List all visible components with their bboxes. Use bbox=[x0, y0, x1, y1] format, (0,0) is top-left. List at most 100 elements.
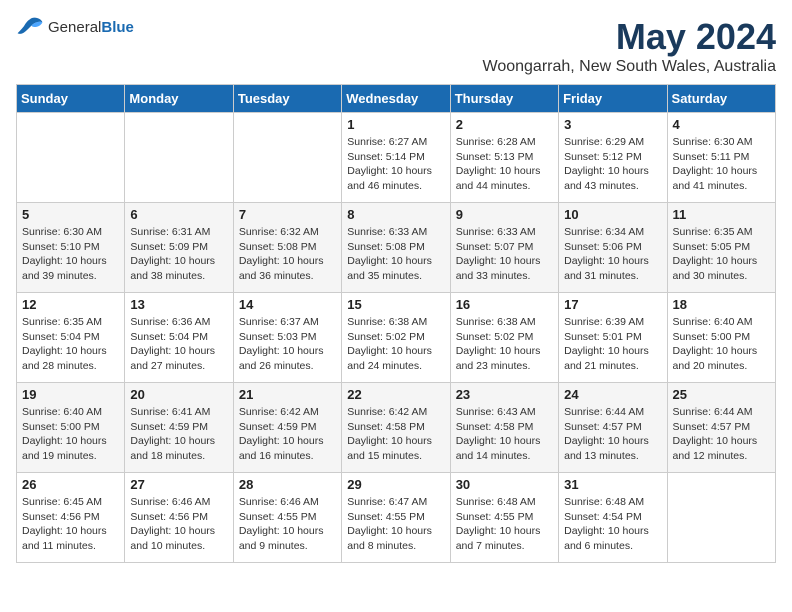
calendar-week-row: 19Sunrise: 6:40 AMSunset: 5:00 PMDayligh… bbox=[17, 383, 776, 473]
cell-content-line: Daylight: 10 hours bbox=[347, 524, 444, 539]
cell-content-line: Daylight: 10 hours bbox=[130, 434, 227, 449]
cell-content-line: Sunset: 5:02 PM bbox=[456, 330, 553, 345]
cell-content-line: and 15 minutes. bbox=[347, 449, 444, 464]
cell-content-line: and 44 minutes. bbox=[456, 179, 553, 194]
day-number: 29 bbox=[347, 477, 444, 492]
cell-content-line: Daylight: 10 hours bbox=[456, 344, 553, 359]
day-number: 10 bbox=[564, 207, 661, 222]
day-number: 9 bbox=[456, 207, 553, 222]
day-number: 25 bbox=[673, 387, 770, 402]
weekday-header-thursday: Thursday bbox=[450, 85, 558, 113]
day-number: 15 bbox=[347, 297, 444, 312]
calendar-cell: 3Sunrise: 6:29 AMSunset: 5:12 PMDaylight… bbox=[559, 113, 667, 203]
cell-content-line: Sunset: 5:07 PM bbox=[456, 240, 553, 255]
cell-content-line: and 12 minutes. bbox=[673, 449, 770, 464]
calendar-cell: 1Sunrise: 6:27 AMSunset: 5:14 PMDaylight… bbox=[342, 113, 450, 203]
cell-content-line: Sunset: 4:59 PM bbox=[130, 420, 227, 435]
calendar-cell: 28Sunrise: 6:46 AMSunset: 4:55 PMDayligh… bbox=[233, 473, 341, 563]
cell-content-line: and 14 minutes. bbox=[456, 449, 553, 464]
cell-content-line: Sunset: 4:55 PM bbox=[347, 510, 444, 525]
day-number: 24 bbox=[564, 387, 661, 402]
calendar-cell bbox=[17, 113, 125, 203]
calendar-cell bbox=[667, 473, 775, 563]
cell-content-line: Sunset: 5:04 PM bbox=[22, 330, 119, 345]
cell-content-line: and 36 minutes. bbox=[239, 269, 336, 284]
calendar-cell: 29Sunrise: 6:47 AMSunset: 4:55 PMDayligh… bbox=[342, 473, 450, 563]
cell-content-line: Sunset: 5:02 PM bbox=[347, 330, 444, 345]
calendar-week-row: 1Sunrise: 6:27 AMSunset: 5:14 PMDaylight… bbox=[17, 113, 776, 203]
cell-content-line: Sunset: 5:04 PM bbox=[130, 330, 227, 345]
cell-content: Sunrise: 6:35 AMSunset: 5:04 PMDaylight:… bbox=[22, 315, 119, 374]
cell-content: Sunrise: 6:43 AMSunset: 4:58 PMDaylight:… bbox=[456, 405, 553, 464]
calendar-cell: 30Sunrise: 6:48 AMSunset: 4:55 PMDayligh… bbox=[450, 473, 558, 563]
cell-content-line: and 43 minutes. bbox=[564, 179, 661, 194]
cell-content-line: Sunrise: 6:44 AM bbox=[673, 405, 770, 420]
cell-content-line: Sunrise: 6:42 AM bbox=[239, 405, 336, 420]
cell-content-line: and 41 minutes. bbox=[673, 179, 770, 194]
month-title: May 2024 bbox=[483, 16, 776, 58]
cell-content-line: Daylight: 10 hours bbox=[564, 164, 661, 179]
cell-content-line: Sunset: 4:56 PM bbox=[22, 510, 119, 525]
cell-content: Sunrise: 6:45 AMSunset: 4:56 PMDaylight:… bbox=[22, 495, 119, 554]
cell-content-line: Daylight: 10 hours bbox=[22, 434, 119, 449]
calendar-week-row: 26Sunrise: 6:45 AMSunset: 4:56 PMDayligh… bbox=[17, 473, 776, 563]
calendar-cell: 12Sunrise: 6:35 AMSunset: 5:04 PMDayligh… bbox=[17, 293, 125, 383]
cell-content-line: Sunrise: 6:44 AM bbox=[564, 405, 661, 420]
calendar-cell: 15Sunrise: 6:38 AMSunset: 5:02 PMDayligh… bbox=[342, 293, 450, 383]
cell-content-line: Sunrise: 6:35 AM bbox=[673, 225, 770, 240]
cell-content: Sunrise: 6:46 AMSunset: 4:55 PMDaylight:… bbox=[239, 495, 336, 554]
calendar-cell: 24 Sunrise: 6:44 AMSunset: 4:57 PMDayligh… bbox=[559, 383, 667, 473]
cell-content: Sunrise: 6:40 AMSunset: 5:00 PMDaylight:… bbox=[673, 315, 770, 374]
cell-content-line: Daylight: 10 hours bbox=[564, 434, 661, 449]
day-number: 30 bbox=[456, 477, 553, 492]
cell-content-line: Sunrise: 6:38 AM bbox=[456, 315, 553, 330]
cell-content-line: Sunrise: 6:40 AM bbox=[22, 405, 119, 420]
cell-content-line: Sunrise: 6:32 AM bbox=[239, 225, 336, 240]
cell-content: Sunrise: 6:40 AMSunset: 5:00 PMDaylight:… bbox=[22, 405, 119, 464]
cell-content-line: Sunrise: 6:36 AM bbox=[130, 315, 227, 330]
cell-content-line: and 18 minutes. bbox=[130, 449, 227, 464]
cell-content-line: Daylight: 10 hours bbox=[130, 524, 227, 539]
cell-content: Sunrise: 6:38 AMSunset: 5:02 PMDaylight:… bbox=[456, 315, 553, 374]
cell-content-line: and 21 minutes. bbox=[564, 359, 661, 374]
cell-content: Sunrise: 6:31 AMSunset: 5:09 PMDaylight:… bbox=[130, 225, 227, 284]
cell-content-line: Sunrise: 6:41 AM bbox=[130, 405, 227, 420]
location-title: Woongarrah, New South Wales, Australia bbox=[483, 58, 776, 76]
cell-content-line: and 6 minutes. bbox=[564, 539, 661, 554]
calendar-table: SundayMondayTuesdayWednesdayThursdayFrid… bbox=[16, 84, 776, 563]
day-number: 4 bbox=[673, 117, 770, 132]
day-number: 8 bbox=[347, 207, 444, 222]
cell-content: Sunrise: 6:42 AMSunset: 4:58 PMDaylight:… bbox=[347, 405, 444, 464]
cell-content-line: Daylight: 10 hours bbox=[239, 434, 336, 449]
cell-content-line: Daylight: 10 hours bbox=[673, 254, 770, 269]
cell-content-line: and 30 minutes. bbox=[673, 269, 770, 284]
cell-content-line: and 16 minutes. bbox=[239, 449, 336, 464]
calendar-cell: 8Sunrise: 6:33 AMSunset: 5:08 PMDaylight… bbox=[342, 203, 450, 293]
calendar-cell: 25Sunrise: 6:44 AMSunset: 4:57 PMDayligh… bbox=[667, 383, 775, 473]
cell-content-line: and 46 minutes. bbox=[347, 179, 444, 194]
cell-content-line: Sunset: 4:58 PM bbox=[347, 420, 444, 435]
cell-content-line: and 39 minutes. bbox=[22, 269, 119, 284]
day-number: 20 bbox=[130, 387, 227, 402]
day-number: 17 bbox=[564, 297, 661, 312]
cell-content-line: Sunset: 5:03 PM bbox=[239, 330, 336, 345]
day-number: 11 bbox=[673, 207, 770, 222]
calendar-cell: 23Sunrise: 6:43 AMSunset: 4:58 PMDayligh… bbox=[450, 383, 558, 473]
weekday-header-friday: Friday bbox=[559, 85, 667, 113]
calendar-cell: 21Sunrise: 6:42 AMSunset: 4:59 PMDayligh… bbox=[233, 383, 341, 473]
logo-text: General Blue bbox=[48, 19, 134, 36]
calendar-cell: 14Sunrise: 6:37 AMSunset: 5:03 PMDayligh… bbox=[233, 293, 341, 383]
cell-content-line: Daylight: 10 hours bbox=[130, 254, 227, 269]
calendar-cell: 17Sunrise: 6:39 AMSunset: 5:01 PMDayligh… bbox=[559, 293, 667, 383]
cell-content-line: Sunrise: 6:39 AM bbox=[564, 315, 661, 330]
cell-content-line: Daylight: 10 hours bbox=[456, 524, 553, 539]
cell-content-line: and 27 minutes. bbox=[130, 359, 227, 374]
cell-content-line: Sunrise: 6:42 AM bbox=[347, 405, 444, 420]
cell-content-line: Daylight: 10 hours bbox=[673, 164, 770, 179]
cell-content: Sunrise: 6:44 AMSunset: 4:57 PMDaylight:… bbox=[564, 405, 661, 464]
cell-content-line: Sunset: 5:00 PM bbox=[673, 330, 770, 345]
cell-content-line: Sunrise: 6:27 AM bbox=[347, 135, 444, 150]
cell-content-line: Sunrise: 6:38 AM bbox=[347, 315, 444, 330]
calendar-cell: 16Sunrise: 6:38 AMSunset: 5:02 PMDayligh… bbox=[450, 293, 558, 383]
day-number: 1 bbox=[347, 117, 444, 132]
